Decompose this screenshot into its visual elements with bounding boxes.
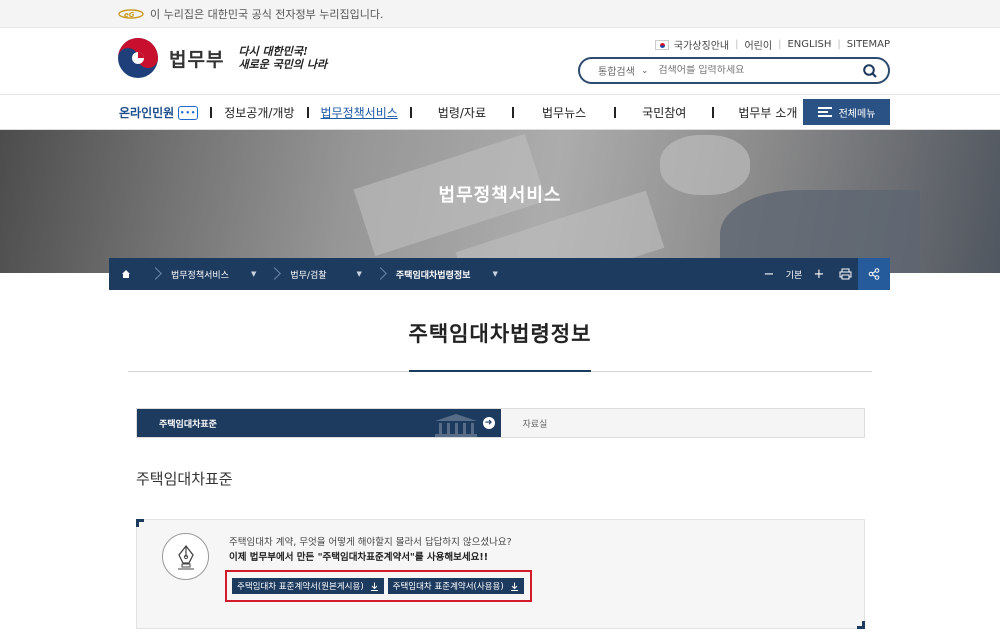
corner-decoration <box>857 621 865 629</box>
slogan-line2: 새로운 국민의 나라 <box>238 58 328 71</box>
search-input[interactable] <box>658 65 862 76</box>
download-buttons-highlight: 주택임대차 표준계약서(원본게시용) 주택임대차 표준계약서(사용용) <box>225 570 532 602</box>
download-use-label: 주택임대차 표준계약서(사용용) <box>392 582 504 592</box>
gnb-law-materials[interactable]: 법령/자료 <box>438 104 486 121</box>
divider <box>306 107 309 118</box>
breadcrumb-separator-icon <box>274 258 284 290</box>
corner-decoration <box>136 519 144 527</box>
divider <box>409 107 412 118</box>
gnb-online-label: 온라인민원 <box>119 106 175 120</box>
building-icon <box>434 414 477 437</box>
search-scope-label: 통합검색 <box>598 67 635 78</box>
home-icon[interactable] <box>109 258 143 290</box>
download-use-button[interactable]: 주택임대차 표준계약서(사용용) <box>387 578 524 594</box>
gov-banner: eG 이 누리집은 대한민국 공식 전자정부 누리집입니다. <box>0 0 1000 28</box>
slogan: 다시 대한민국! 새로운 국민의 나라 <box>238 45 327 71</box>
page-title: 주택임대차법령정보 <box>408 322 592 346</box>
util-link-english[interactable]: ENGLISH <box>787 39 831 50</box>
info-box: 주택임대차 계약, 무엇을 어떻게 해야할지 몰라서 답답하지 않으셨나요? 이… <box>136 519 865 629</box>
site-logo[interactable]: 법무부 다시 대한민국! 새로운 국민의 나라 <box>117 37 327 79</box>
content-tabs: 주택임대차표준 ➜ 자료실 <box>136 408 865 438</box>
breadcrumb-item-policy[interactable]: 법무정책서비스 ▼ <box>143 258 256 290</box>
breadcrumb: 법무정책서비스 ▼ 법무/검찰 ▼ 주택임대차법령정보 ▼ − 기본 + <box>109 258 890 290</box>
download-original-button[interactable]: 주택임대차 표준계약서(원본게시용) <box>232 578 384 594</box>
tab-label: 주택임대차표준 <box>159 419 217 430</box>
share-icon[interactable] <box>858 258 890 290</box>
download-original-label: 주택임대차 표준계약서(원본게시용) <box>237 582 364 592</box>
gnb-participation[interactable]: 국민참여 <box>642 104 686 121</box>
tab-archive[interactable]: 자료실 <box>500 409 864 437</box>
divider <box>614 107 617 118</box>
gov-banner-text: 이 누리집은 대한민국 공식 전자정부 누리집입니다. <box>150 7 384 21</box>
divider <box>712 107 715 118</box>
gnb-about[interactable]: 법무부 소개 <box>738 104 797 121</box>
main-navigation: 온라인민원 ••• 정보공개/개방 법무정책서비스 법령/자료 법무뉴스 국민참… <box>0 95 1000 130</box>
breadcrumb-separator-icon <box>155 258 165 290</box>
breadcrumb-label: 법무/검찰 <box>290 270 327 281</box>
download-icon <box>370 582 379 591</box>
divider: | <box>837 39 841 50</box>
all-menu-button[interactable]: 전체메뉴 <box>803 99 890 125</box>
breadcrumb-item-prosecution[interactable]: 법무/검찰 ▼ <box>262 258 362 290</box>
arrow-right-icon: ➜ <box>482 417 495 429</box>
divider: | <box>735 39 739 50</box>
chat-bubble-icon: ••• <box>178 105 199 120</box>
breadcrumb-separator-icon <box>380 258 390 290</box>
egov-logo-icon: eG <box>118 8 144 19</box>
hero-title: 법무정책서비스 <box>438 185 562 206</box>
breadcrumb-item-current[interactable]: 주택임대차법령정보 ▼ <box>368 258 498 290</box>
search-scope-select[interactable]: 통합검색 ⌄ <box>598 63 649 79</box>
zoom-in-button[interactable]: + <box>806 258 832 290</box>
page-tools: − 기본 + <box>756 258 890 290</box>
caret-down-icon: ▼ <box>356 270 362 278</box>
fountain-pen-icon <box>162 533 209 580</box>
info-suggestion: 이제 법무부에서 만든 "주택임대차표준계약서"를 사용해보세요!! <box>229 552 489 563</box>
taegeuk-emblem-icon <box>118 38 158 78</box>
hero-banner: 법무정책서비스 <box>0 130 1000 273</box>
util-link-national-symbols[interactable]: 국가상징안내 <box>674 37 729 52</box>
hamburger-icon <box>817 107 832 117</box>
divider <box>210 107 213 118</box>
print-icon[interactable] <box>832 258 858 290</box>
download-icon <box>510 582 519 591</box>
header: 법무부 다시 대한민국! 새로운 국민의 나라 국가상징안내 | 어린이 | E… <box>0 28 1000 95</box>
tab-label: 자료실 <box>522 419 548 430</box>
breadcrumb-label: 법무정책서비스 <box>171 270 229 281</box>
divider <box>512 107 514 118</box>
slogan-line1: 다시 대한민국! <box>238 45 308 58</box>
caret-down-icon: ▼ <box>492 270 498 278</box>
logo-text: 법무부 <box>169 48 225 71</box>
gnb-news[interactable]: 법무뉴스 <box>542 104 586 121</box>
util-link-sitemap[interactable]: SITEMAP <box>847 39 890 50</box>
search-box: 통합검색 ⌄ <box>578 57 890 84</box>
divider: | <box>778 39 782 50</box>
section-title: 주택임대차표준 <box>136 470 233 488</box>
gnb-policy-services[interactable]: 법무정책서비스 <box>321 104 398 121</box>
info-question: 주택임대차 계약, 무엇을 어떻게 해야할지 몰라서 답답하지 않으셨나요? <box>229 537 512 548</box>
util-link-kids[interactable]: 어린이 <box>744 37 772 52</box>
svg-text:eG: eG <box>124 11 135 19</box>
title-divider-accent <box>409 370 591 372</box>
tab-lease-standard[interactable]: 주택임대차표준 ➜ <box>137 409 501 437</box>
zoom-level: 기본 <box>785 270 803 281</box>
gnb-online-petition[interactable]: 온라인민원 ••• <box>119 104 199 121</box>
all-menu-label: 전체메뉴 <box>838 108 876 120</box>
zoom-out-button[interactable]: − <box>756 258 782 290</box>
korea-flag-icon <box>654 39 669 50</box>
chevron-down-icon: ⌄ <box>640 65 649 76</box>
search-icon[interactable] <box>862 63 878 79</box>
breadcrumb-label: 주택임대차법령정보 <box>395 270 471 281</box>
gnb-info-disclosure[interactable]: 정보공개/개방 <box>224 104 294 121</box>
utility-links: 국가상징안내 | 어린이 | ENGLISH | SITEMAP <box>654 37 890 52</box>
caret-down-icon: ▼ <box>250 270 257 278</box>
